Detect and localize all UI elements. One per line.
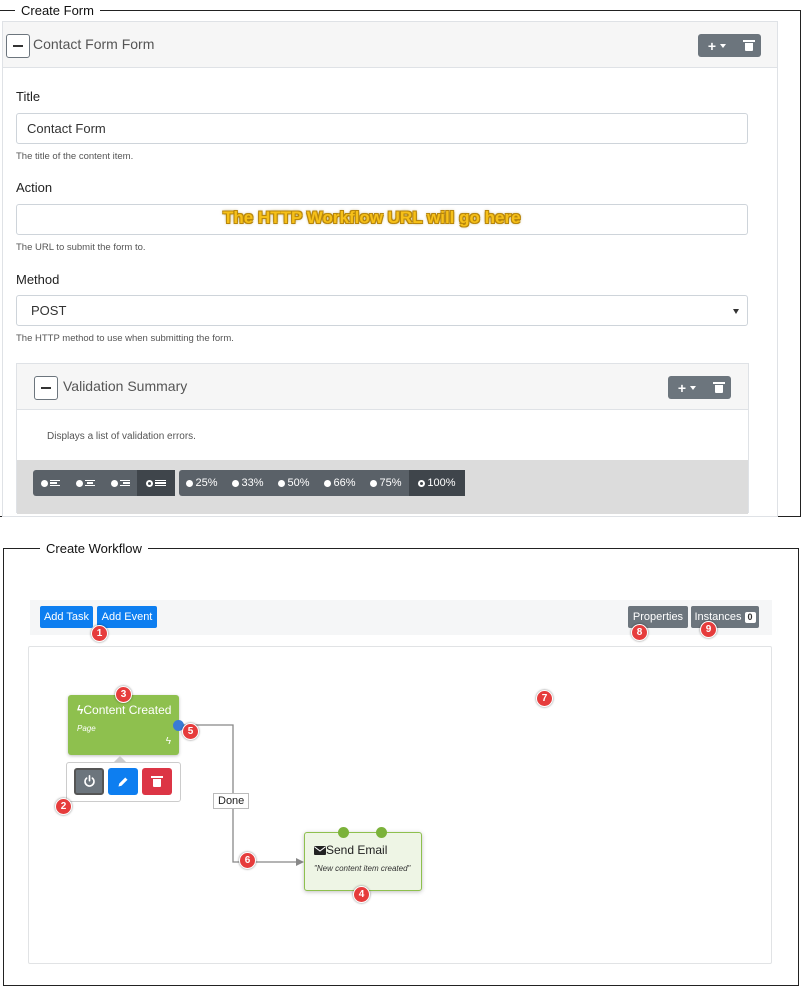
validation-summary-body: Displays a list of validation errors. xyxy=(47,431,196,442)
trash-icon xyxy=(742,40,755,51)
trigger-bolt-icon: ϟ xyxy=(165,736,171,747)
create-form-legend: Create Form xyxy=(15,3,100,18)
radio-dot-icon xyxy=(232,479,240,487)
annotation-marker-1: 1 xyxy=(91,625,108,642)
plus-icon: + xyxy=(707,37,717,54)
radio-dot-icon xyxy=(186,479,194,487)
validation-collapse-button[interactable] xyxy=(34,376,58,400)
annotation-marker-7: 7 xyxy=(536,690,553,707)
validation-summary-card: Validation Summary + Displays a list of … xyxy=(16,363,749,514)
method-label: Method xyxy=(16,272,60,287)
radio-dot-icon xyxy=(110,479,118,487)
width-25-button[interactable]: 25% xyxy=(179,470,225,496)
task-outcome-endpoint-1[interactable] xyxy=(338,827,349,838)
validation-delete-button[interactable] xyxy=(706,376,731,399)
radio-dot-icon xyxy=(75,479,83,487)
instances-count-badge: 0 xyxy=(744,611,756,623)
action-overlay-note: The HTTP Workflow URL will go here xyxy=(223,208,521,227)
add-event-button[interactable]: Add Event xyxy=(97,606,157,628)
add-task-button[interactable]: Add Task xyxy=(40,606,93,628)
card-title: Contact Form Form xyxy=(33,36,155,52)
radio-dot-icon xyxy=(40,479,48,487)
align-justify-icon xyxy=(155,479,166,487)
title-hint: The title of the content item. xyxy=(16,151,134,162)
validation-summary-title: Validation Summary xyxy=(63,378,188,394)
width-group: 25% 33% 50% 66% 75% 100% xyxy=(179,470,465,496)
toolbar-pointer xyxy=(114,756,126,762)
content-created-node[interactable]: ϟContent Created Page ϟ xyxy=(68,695,179,755)
send-email-node[interactable]: Send Email "New content item created" xyxy=(304,832,422,891)
align-right-icon xyxy=(119,479,130,487)
task-node-subtitle: "New content item created" xyxy=(314,864,411,873)
edit-node-button[interactable] xyxy=(108,768,138,795)
contact-form-card-header: Contact Form Form + xyxy=(3,22,777,68)
add-widget-button[interactable]: + xyxy=(698,34,736,57)
method-hint: The HTTP method to use when submitting t… xyxy=(16,333,234,344)
caret-down-icon xyxy=(690,385,697,390)
card-actions: + xyxy=(698,34,761,57)
action-label: Action xyxy=(16,180,53,195)
validation-card-actions: + xyxy=(668,376,731,399)
annotation-marker-8: 8 xyxy=(631,624,648,641)
align-left-button[interactable] xyxy=(33,470,67,496)
radio-selected-icon xyxy=(146,479,153,487)
envelope-icon xyxy=(314,846,326,855)
radio-dot-icon xyxy=(324,479,332,487)
layout-toolbar: 25% 33% 50% 66% 75% 100% xyxy=(17,460,748,514)
action-hint: The URL to submit the form to. xyxy=(16,242,146,253)
alignment-group xyxy=(33,470,175,496)
trigger-node-title-row: ϟContent Created xyxy=(77,703,171,717)
title-label: Title xyxy=(16,89,41,104)
align-center-button[interactable] xyxy=(67,470,103,496)
title-input[interactable]: Contact Form xyxy=(16,113,748,144)
annotation-marker-2: 2 xyxy=(55,798,72,815)
validation-add-button[interactable]: + xyxy=(668,376,706,399)
trash-icon xyxy=(151,776,163,787)
radio-dot-icon xyxy=(370,479,378,487)
select-caret-icon xyxy=(733,309,739,314)
align-center-icon xyxy=(84,479,95,487)
align-left-icon xyxy=(49,479,60,487)
task-node-title-row: Send Email xyxy=(314,843,387,857)
annotation-marker-5: 5 xyxy=(182,723,199,740)
method-select[interactable]: POST xyxy=(16,295,748,326)
instances-label: Instances xyxy=(694,611,742,623)
done-outcome-label[interactable]: Done xyxy=(213,793,250,809)
collapse-button[interactable] xyxy=(6,34,30,58)
set-start-button[interactable] xyxy=(74,768,104,795)
delete-card-button[interactable] xyxy=(736,34,761,57)
width-75-button[interactable]: 75% xyxy=(363,470,409,496)
align-right-button[interactable] xyxy=(103,470,137,496)
delete-node-button[interactable] xyxy=(142,768,172,795)
pencil-icon xyxy=(118,777,128,786)
plus-icon: + xyxy=(677,379,687,396)
power-icon xyxy=(83,775,95,787)
width-50-button[interactable]: 50% xyxy=(271,470,317,496)
trigger-node-title: Content Created xyxy=(83,703,172,717)
contact-form-card: Contact Form Form + Title Contact Form T… xyxy=(2,21,778,517)
annotation-marker-6: 6 xyxy=(239,852,256,869)
width-66-button[interactable]: 66% xyxy=(317,470,363,496)
title-input-value: Contact Form xyxy=(27,121,106,136)
task-outcome-endpoint-2[interactable] xyxy=(376,827,387,838)
trash-icon xyxy=(712,382,725,393)
align-justify-button[interactable] xyxy=(137,470,175,496)
create-workflow-legend: Create Workflow xyxy=(40,541,148,556)
trigger-node-subtitle: Page xyxy=(77,724,96,733)
width-33-button[interactable]: 33% xyxy=(225,470,271,496)
annotation-marker-3: 3 xyxy=(115,686,132,703)
annotation-marker-9: 9 xyxy=(700,621,717,638)
method-select-value: POST xyxy=(31,303,67,318)
caret-down-icon xyxy=(720,43,727,48)
workflow-canvas[interactable] xyxy=(28,646,772,964)
task-node-title: Send Email xyxy=(326,843,388,857)
validation-summary-header: Validation Summary + xyxy=(17,364,748,410)
width-100-button[interactable]: 100% xyxy=(409,470,465,496)
annotation-marker-4: 4 xyxy=(353,886,370,903)
radio-selected-icon xyxy=(418,479,426,487)
radio-dot-icon xyxy=(278,479,286,487)
